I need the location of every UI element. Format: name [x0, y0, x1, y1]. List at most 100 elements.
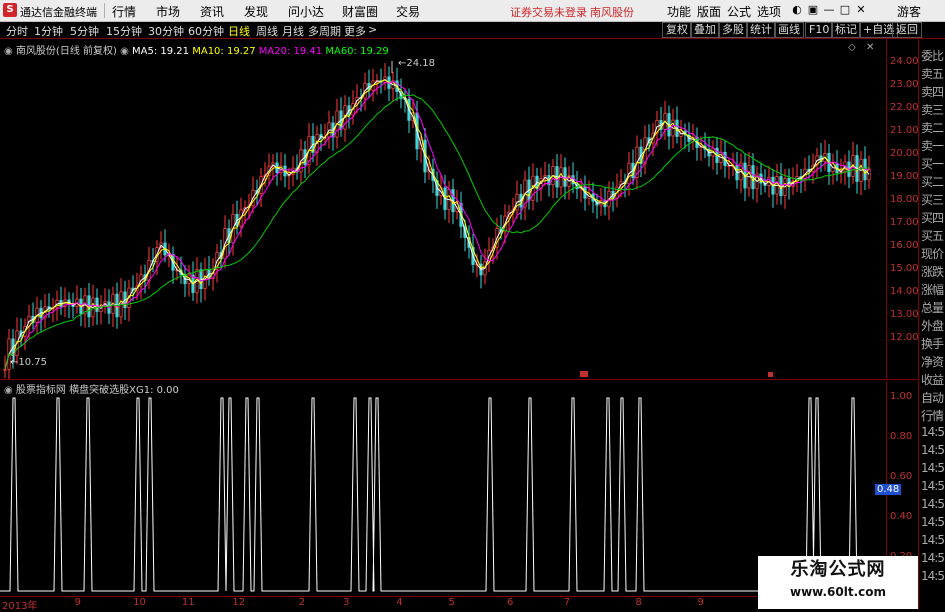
menu-layout[interactable]: 版面 [697, 3, 721, 20]
ma10-label: MA10: 19.27 [192, 46, 256, 57]
settings-gear-icon[interactable]: ◉ [4, 46, 13, 57]
tab-intraday[interactable]: 分时 [6, 23, 28, 39]
ma5-line [4, 79, 870, 370]
multi-stock-button[interactable]: 多股 [718, 22, 748, 38]
menu-ask[interactable]: 问小达 [288, 3, 324, 20]
indicator-tick: 0.40 [890, 511, 913, 522]
quote-label: 卖三 [921, 103, 944, 117]
event-marker[interactable] [580, 371, 588, 377]
time-tick-label: 9 [74, 597, 82, 608]
chart-title: 南风股份(日线 前复权) [15, 46, 117, 57]
time-tick-label: 10 [133, 597, 146, 608]
quote-side-panel[interactable]: 委比 卖五 卖四 卖三 卖二 卖一 买一 买二 买三 买四 买五 现价 涨跌 涨… [918, 39, 945, 609]
tab-60min[interactable]: 60分钟 [188, 23, 224, 39]
time-tick-label: 12 [232, 597, 246, 608]
settings-gear-icon[interactable]: ◉ [120, 46, 129, 57]
time-tick-label: 7 [563, 597, 571, 608]
tick-time: 14:5 [921, 497, 945, 511]
tab-5min[interactable]: 5分钟 [70, 23, 99, 39]
tab-daily[interactable]: 日线 [228, 23, 250, 39]
tab-more[interactable]: 更多 [344, 23, 366, 39]
chart-close-icon[interactable]: ✕ [866, 42, 874, 53]
tab-multi-period[interactable]: 多周期 [308, 23, 341, 39]
price-tick: 14.00 [890, 286, 919, 297]
tab-15min[interactable]: 15分钟 [106, 23, 142, 39]
event-marker[interactable] [768, 372, 773, 377]
quote-label: 涨跌 [921, 265, 944, 279]
settings-gear-icon[interactable]: ◉ [4, 385, 13, 396]
quote-label: 买五 [921, 229, 944, 243]
indicator-chart[interactable] [0, 381, 886, 595]
tick-time: 14:5 [921, 425, 945, 439]
price-tick: 15.00 [890, 263, 919, 274]
candle-body [3, 368, 7, 371]
low-price-label: ←10.75 [10, 357, 48, 368]
chart-expand-icon[interactable]: ◇ [848, 42, 856, 53]
lock-icon[interactable]: ▣ [806, 3, 820, 17]
ma20-line [4, 81, 870, 370]
app-logo-icon: S [3, 3, 17, 17]
time-tick-label: 11 [181, 597, 195, 608]
tick-time: 14:5 [921, 443, 945, 457]
high-price-label: ←24.18 [398, 58, 436, 69]
auto-tab[interactable]: 自动 [921, 389, 944, 406]
maximize-icon[interactable]: □ [838, 3, 852, 17]
quote-label: 外盘 [921, 319, 944, 333]
quote-label: 换手 [921, 337, 944, 351]
quote-label: 买四 [921, 211, 944, 225]
menu-options[interactable]: 选项 [757, 3, 781, 20]
indicator-formula: 横盘突破选股XG1: 0.00 [69, 385, 179, 396]
menu-market[interactable]: 市场 [156, 3, 180, 20]
pane-divider[interactable] [0, 379, 918, 380]
price-tick: 22.00 [890, 102, 919, 113]
restore-rights-button[interactable]: 复权 [662, 22, 692, 38]
quote-label: 委比 [921, 49, 944, 63]
quote-label: 买二 [921, 175, 944, 189]
f10-button[interactable]: F10 [805, 22, 834, 38]
app-title: 通达信金融终端 [20, 6, 97, 19]
price-tick: 20.00 [890, 148, 919, 159]
overlay-button[interactable]: 叠加 [690, 22, 720, 38]
draw-line-button[interactable]: 画线 [774, 22, 804, 38]
quote-label: 卖四 [921, 85, 944, 99]
time-tick-label: 3 [343, 597, 350, 608]
tick-time: 14:5 [921, 569, 945, 583]
ma60-line [4, 94, 870, 370]
login-status[interactable]: 证券交易未登录 [510, 4, 587, 20]
tick-time: 14:5 [921, 551, 945, 565]
tab-weekly[interactable]: 周线 [256, 23, 278, 39]
minimize-icon[interactable]: — [822, 3, 836, 17]
time-tick-label: 2 [298, 597, 306, 608]
quote-label: 买一 [921, 157, 944, 171]
menu-trade[interactable]: 交易 [396, 3, 420, 20]
user-guest[interactable]: 游客 [897, 3, 921, 20]
menu-wealth[interactable]: 财富圈 [342, 3, 378, 20]
candlestick-chart[interactable] [0, 39, 886, 379]
menu-function[interactable]: 功能 [667, 3, 691, 20]
menu-formula[interactable]: 公式 [727, 3, 751, 20]
time-tick-label: 4 [396, 597, 403, 608]
indicator-source: 股票指标网 [15, 385, 66, 396]
quote-label: 卖五 [921, 67, 944, 81]
price-tick: 24.00 [890, 56, 919, 67]
price-tick: 16.00 [890, 240, 919, 251]
mark-button[interactable]: 标记 [831, 22, 861, 38]
tab-30min[interactable]: 30分钟 [148, 23, 184, 39]
statistics-button[interactable]: 统计 [746, 22, 776, 38]
price-tick: 23.00 [890, 79, 919, 90]
time-tick-label: 6 [507, 597, 514, 608]
chevron-right-icon[interactable]: > [368, 23, 377, 36]
current-stock[interactable]: 南风股份 [590, 4, 634, 20]
menu-news[interactable]: 资讯 [200, 3, 224, 20]
time-axis: 2013年 9 10 11 12 2 3 4 5 6 7 8 9 [0, 596, 886, 612]
price-axis: 24.00 23.00 22.00 21.00 20.00 19.00 18.0… [886, 39, 919, 379]
tab-monthly[interactable]: 月线 [282, 23, 304, 39]
close-icon[interactable]: ✕ [854, 3, 868, 17]
menu-market-quotes[interactable]: 行情 [112, 3, 136, 20]
tab-1min[interactable]: 1分钟 [34, 23, 63, 39]
chat-icon[interactable]: ◐ [790, 3, 804, 17]
quote-tab[interactable]: 行情 [921, 407, 944, 424]
back-button[interactable]: 返回 [892, 22, 922, 38]
price-tick: 18.00 [890, 194, 919, 205]
menu-discover[interactable]: 发现 [244, 3, 268, 20]
